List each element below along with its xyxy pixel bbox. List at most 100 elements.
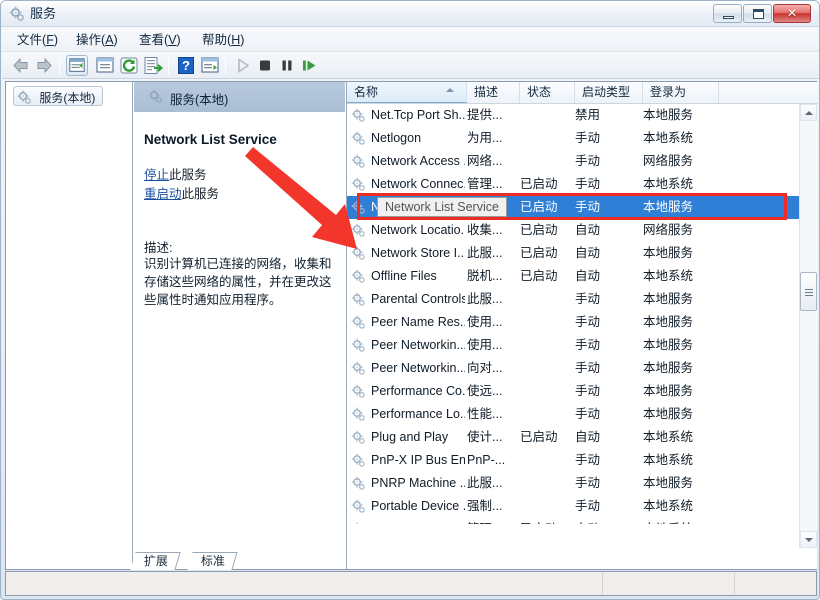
details-header-label: 服务(本地) xyxy=(170,93,229,107)
scrollbar-thumb[interactable] xyxy=(800,272,817,311)
service-gear-icon xyxy=(351,269,365,283)
table-row[interactable]: Network Access ... 网络... 手动 网络服务 xyxy=(347,150,800,173)
table-row[interactable]: Portable Device ... 强制... 手动 本地系统 xyxy=(347,495,800,518)
tree-node-services-local[interactable]: 服务(本地) xyxy=(13,86,104,106)
column-header-startup-type[interactable]: 启动类型 xyxy=(575,82,643,103)
tab-extended[interactable]: 扩展 xyxy=(130,552,181,570)
window-title: 服务 xyxy=(30,6,57,21)
refresh-icon[interactable] xyxy=(118,55,140,76)
table-row[interactable]: Performance Lo... 性能... 手动 本地服务 xyxy=(347,403,800,426)
service-gear-icon xyxy=(351,223,365,237)
service-gear-icon xyxy=(356,522,358,524)
table-row[interactable]: Netlogon 为用... 手动 本地系统 xyxy=(347,127,800,150)
selected-service-name: Network List Service xyxy=(144,132,277,147)
menu-item-action[interactable]: 操作(A) xyxy=(69,31,125,49)
forward-icon[interactable] xyxy=(33,55,55,76)
services-list-rows[interactable]: Net.Tcp Port Sh... 提供... 禁用 本地服务 Netlogon 为用… xyxy=(347,104,800,524)
table-row[interactable]: PNRP Machine ... 此服... 手动 本地服务 xyxy=(347,472,800,495)
start-service-icon[interactable] xyxy=(232,55,254,76)
service-gear-icon xyxy=(351,430,365,444)
column-header-log-on-as[interactable]: 登录为 xyxy=(643,82,719,103)
cell-status xyxy=(520,472,572,495)
column-header-name[interactable]: 名称 xyxy=(347,82,467,103)
services-gear-icon xyxy=(9,6,24,21)
menu-label-file: 文件 xyxy=(17,33,43,47)
services-list-pane: 名称 描述 状态 启动类型 登录为 Net.Tcp Port Sh... 提供..… xyxy=(346,82,818,569)
cell-startup-type: 自动 xyxy=(575,246,601,260)
services-window: 服务 ✕ 文件(F) 操作(A) 查看(V) 帮助(H) ? 服务(本地) 服务… xyxy=(0,0,820,600)
menu-item-file[interactable]: 文件(F) xyxy=(10,31,65,49)
cell-name: Peer Networkin... xyxy=(371,338,465,352)
minimize-button[interactable] xyxy=(713,4,742,23)
restart-service-icon[interactable] xyxy=(298,55,320,76)
cell-status: 已启动 xyxy=(520,223,558,237)
column-header-description[interactable]: 描述 xyxy=(467,82,520,103)
export-list-icon[interactable] xyxy=(142,55,164,76)
menu-label-action: 操作 xyxy=(76,33,102,47)
service-gear-icon xyxy=(351,315,365,329)
menu-label-help: 帮助 xyxy=(202,33,228,47)
scroll-up-button[interactable] xyxy=(800,104,817,121)
restart-service-link[interactable]: 重启动 xyxy=(144,187,182,201)
stop-service-icon[interactable] xyxy=(254,55,276,76)
table-row[interactable]: Network Locatio... 收集... 已启动 自动 网络服务 xyxy=(347,219,800,242)
table-row[interactable]: Parental Controls 此服... 手动 本地服务 xyxy=(347,288,800,311)
cell-name: Network Access ... xyxy=(371,154,465,168)
table-row[interactable]: PnP-X IP Bus En...PnP-... 手动 本地系统 xyxy=(347,449,800,472)
table-row[interactable]: Performance Co... 使远... 手动 本地服务 xyxy=(347,380,800,403)
services-gear-icon xyxy=(148,89,162,103)
maximize-button[interactable] xyxy=(743,4,772,23)
scrollbar-grip-icon xyxy=(805,289,813,296)
table-row[interactable]: Peer Networkin... 使用... 手动 本地服务 xyxy=(347,334,800,357)
cell-log-on-as: 网络服务 xyxy=(643,154,694,168)
cell-status xyxy=(520,357,572,380)
table-row[interactable]: Plug and Play 使计... 已启动 自动 本地系统 xyxy=(347,426,800,449)
cell-log-on-as: 本地服务 xyxy=(643,407,694,421)
pause-service-icon[interactable] xyxy=(276,55,298,76)
show-action-pane-icon[interactable] xyxy=(199,55,221,76)
table-row[interactable]: Offline Files 脱机... 已启动 自动 本地系统 xyxy=(347,265,800,288)
table-row[interactable]: Network Connec... 管理... 已启动 手动 本地系统 xyxy=(347,173,800,196)
maximize-icon xyxy=(753,9,764,19)
table-row[interactable]: Peer Name Res... 使用... 手动 本地服务 xyxy=(347,311,800,334)
show-hide-tree-icon[interactable] xyxy=(66,55,88,76)
menu-item-help[interactable]: 帮助(H) xyxy=(195,31,251,49)
menu-item-view[interactable]: 查看(V) xyxy=(132,31,188,49)
table-row[interactable]: Power管理... 已启动自动 本地系统 xyxy=(347,518,800,524)
column-label-startup-type: 启动类型 xyxy=(582,85,631,99)
column-header-status[interactable]: 状态 xyxy=(520,82,575,103)
menu-accel-file: F xyxy=(46,33,54,47)
cell-name: Network Connec... xyxy=(371,177,465,191)
services-gear-icon xyxy=(17,90,31,105)
table-row[interactable]: Peer Networkin... 向对... 手动 本地服务 xyxy=(347,357,800,380)
table-row[interactable]: Network Store I... 此服... 已启动 自动 本地服务 xyxy=(347,242,800,265)
cell-startup-type: 手动 xyxy=(575,292,601,306)
properties-icon[interactable] xyxy=(94,55,116,76)
table-row[interactable]: Net.Tcp Port Sh... 提供... 禁用 本地服务 xyxy=(347,104,800,127)
cell-startup-type: 手动 xyxy=(575,499,601,513)
stop-service-suffix: 此服务 xyxy=(169,168,207,182)
cell-log-on-as: 本地系统 xyxy=(643,131,694,145)
tab-standard[interactable]: 标准 xyxy=(187,552,238,570)
cell-description: 性能... xyxy=(467,407,503,421)
scroll-down-button[interactable] xyxy=(800,531,817,548)
cell-description: 向对... xyxy=(467,361,503,375)
back-icon[interactable] xyxy=(10,55,32,76)
close-button[interactable]: ✕ xyxy=(773,4,811,23)
cell-startup-type: 手动 xyxy=(575,200,601,214)
column-header-filler xyxy=(719,82,800,103)
cell-log-on-as: 本地系统 xyxy=(643,430,694,444)
cell-description: 强制... xyxy=(467,499,503,513)
service-gear-icon xyxy=(351,361,365,375)
stop-service-link[interactable]: 停止 xyxy=(144,168,169,182)
column-label-description: 描述 xyxy=(474,85,499,99)
cell-status: 已启动 xyxy=(520,177,558,191)
title-bar: 服务 ✕ xyxy=(1,1,819,27)
list-vertical-scrollbar[interactable] xyxy=(799,104,817,548)
help-icon[interactable]: ? xyxy=(175,55,197,76)
cell-name: Offline Files xyxy=(371,269,437,283)
cell-startup-type: 手动 xyxy=(575,154,601,168)
cell-startup-type: 自动 xyxy=(575,269,601,283)
cell-description: 为用... xyxy=(467,131,503,145)
toolbar: ? xyxy=(2,52,819,79)
